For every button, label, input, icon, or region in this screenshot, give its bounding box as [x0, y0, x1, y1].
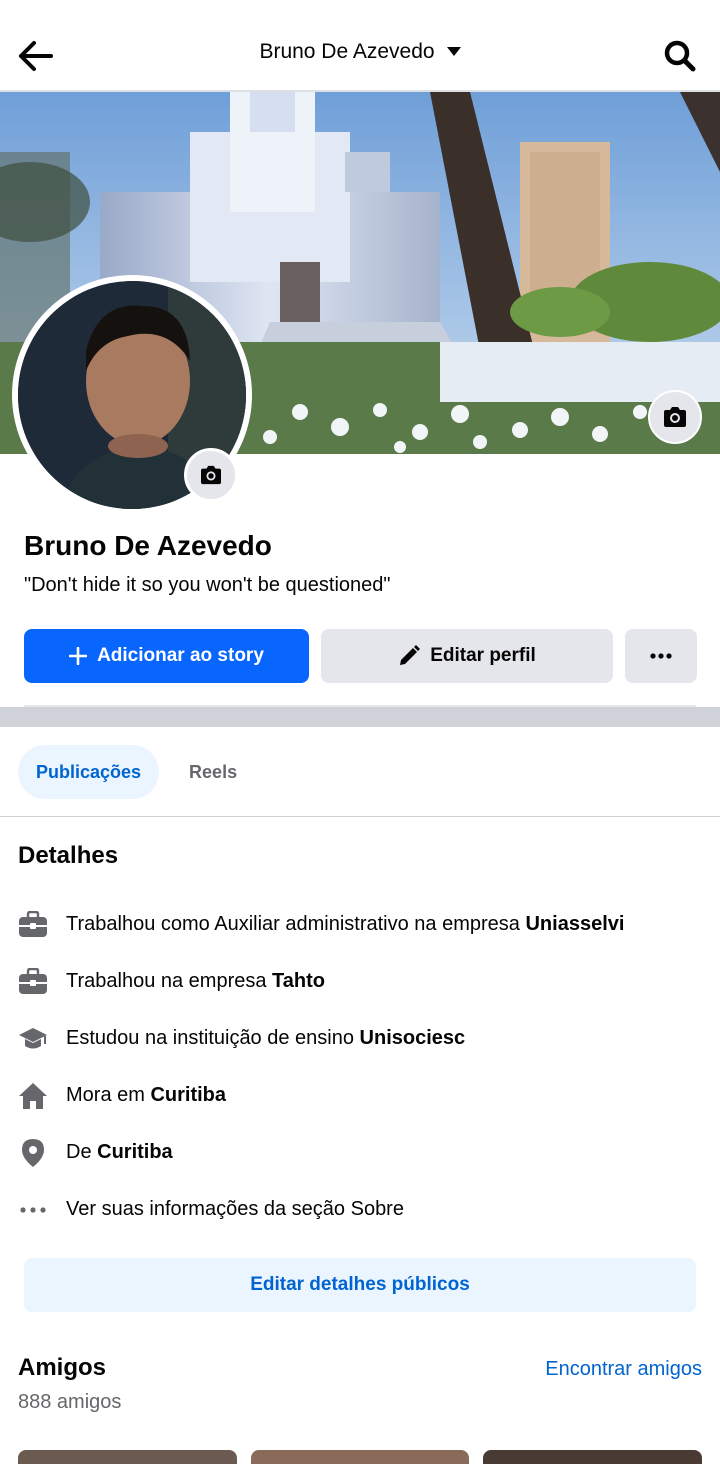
friend-thumbnail[interactable] [250, 1450, 470, 1464]
detail-text: Trabalhou como Auxiliar administrativo n… [66, 913, 526, 935]
home-icon [18, 1081, 48, 1111]
detail-bold: Tahto [272, 970, 325, 992]
plus-icon [69, 647, 88, 665]
friends-title: Amigos [18, 1354, 107, 1381]
briefcase-icon [18, 910, 48, 940]
details-list: Trabalhou como Auxiliar administrativo n… [18, 896, 708, 1238]
detail-work-tahto[interactable]: Trabalhou na empresa Tahto [18, 953, 708, 1010]
search-icon [664, 40, 696, 72]
section-divider [0, 707, 720, 727]
edit-profile-label: Editar perfil [430, 645, 536, 666]
detail-from[interactable]: De Curitiba [18, 1124, 708, 1181]
tab-reels[interactable]: Reels [171, 745, 255, 799]
camera-icon [201, 465, 221, 485]
avatar-camera-button[interactable] [184, 448, 238, 502]
detail-text: De [66, 1141, 98, 1163]
edit-public-details-button[interactable]: Editar detalhes públicos [24, 1258, 696, 1312]
pencil-icon [400, 645, 421, 665]
detail-bold: Curitiba [150, 1084, 227, 1106]
detail-see-about[interactable]: Ver suas informações da seção Sobre [18, 1181, 708, 1238]
profile-tabs: Publicações Reels [18, 745, 255, 799]
more-horizontal-icon [18, 1195, 48, 1225]
profile-bio: "Don't hide it so you won't be questione… [24, 574, 391, 596]
caret-down-icon [446, 47, 461, 56]
add-story-button[interactable]: Adicionar ao story [24, 629, 309, 683]
find-friends-link[interactable]: Encontrar amigos [545, 1358, 702, 1381]
more-horizontal-icon [650, 653, 672, 659]
detail-bold: Curitiba [97, 1141, 173, 1163]
friends-count: 888 amigos [18, 1391, 122, 1413]
profile-switcher[interactable]: Bruno De Azevedo [0, 40, 720, 64]
profile-name: Bruno De Azevedo [24, 530, 272, 561]
edit-profile-button[interactable]: Editar perfil [321, 629, 613, 683]
tab-publicacoes[interactable]: Publicações [18, 745, 160, 799]
detail-education[interactable]: Estudou na instituição de ensino Unisoci… [18, 1010, 708, 1067]
search-button[interactable] [660, 36, 700, 76]
detail-lives-in[interactable]: Mora em Curitiba [18, 1067, 708, 1124]
friend-thumbnail[interactable] [18, 1450, 237, 1464]
tabs-border [0, 816, 720, 817]
camera-icon [664, 407, 686, 427]
detail-text: Estudou na instituição de ensino [66, 1027, 360, 1049]
friend-thumbnail[interactable] [483, 1450, 703, 1464]
add-story-label: Adicionar ao story [97, 645, 264, 666]
detail-bold: Uniasselvi [525, 913, 625, 935]
detail-work-uniasselvi[interactable]: Trabalhou como Auxiliar administrativo n… [18, 896, 708, 953]
detail-text: Trabalhou na empresa [66, 970, 273, 992]
profile-actions: Adicionar ao story Editar perfil [24, 629, 697, 683]
header-title: Bruno De Azevedo [259, 40, 435, 63]
detail-text: Ver suas informações da seção Sobre [66, 1198, 404, 1220]
cover-camera-button[interactable] [648, 390, 702, 444]
top-bar: Bruno De Azevedo [0, 0, 720, 92]
location-pin-icon [18, 1138, 48, 1168]
detail-bold: Unisociesc [359, 1027, 466, 1049]
more-options-button[interactable] [625, 629, 697, 683]
detail-text: Mora em [66, 1084, 151, 1106]
graduation-cap-icon [18, 1024, 48, 1054]
details-title: Detalhes [18, 842, 119, 869]
friends-grid [18, 1450, 703, 1464]
briefcase-icon [18, 967, 48, 997]
